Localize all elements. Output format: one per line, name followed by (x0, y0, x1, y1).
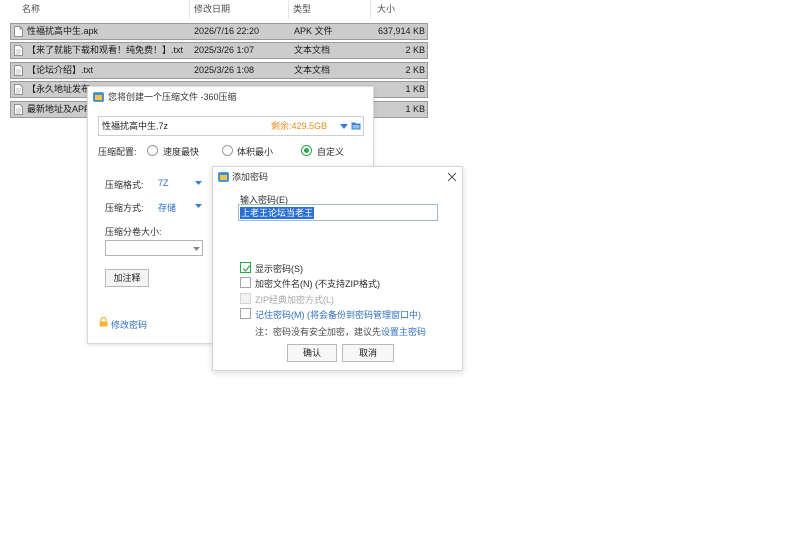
method-dropdown-icon[interactable] (195, 204, 202, 208)
archive-app-icon (218, 172, 229, 182)
column-header-name[interactable]: 名称 (22, 0, 182, 19)
file-name: 【论坛介绍】.txt (27, 65, 94, 75)
radio-smallest[interactable] (222, 145, 233, 156)
column-divider[interactable] (288, 0, 289, 19)
file-date: 2025/3/26 1:07 (194, 45, 255, 55)
zip-classic-encryption-checkbox (240, 293, 251, 304)
security-note: 注：密码没有安全加密，建议先设置主密码 (255, 325, 426, 338)
file-row[interactable]: 【来了就能下载和观看！纯免费！】.txt 2025/3/26 1:07 文本文档… (10, 42, 428, 59)
security-note-text: 注：密码没有安全加密，建议先 (255, 327, 382, 337)
radio-fastest-label[interactable]: 速度最快 (163, 145, 199, 158)
show-password-checkbox[interactable] (240, 262, 251, 273)
method-select[interactable]: 存储 (158, 201, 176, 214)
radio-fastest[interactable] (147, 145, 158, 156)
checkmark-icon (242, 265, 251, 272)
file-size: 2 KB (405, 45, 425, 55)
zip-classic-encryption-label: ZIP经典加密方式(L) (255, 295, 335, 305)
change-password-link[interactable]: 修改密码 (111, 318, 147, 331)
split-size-dropdown-icon[interactable] (193, 247, 200, 251)
remember-password-checkbox[interactable] (240, 308, 251, 319)
close-icon[interactable] (447, 172, 457, 182)
cancel-button[interactable]: 取消 (342, 344, 394, 362)
text-file-icon (14, 84, 23, 95)
split-size-combobox[interactable] (105, 240, 203, 256)
radio-smallest-label[interactable]: 体积最小 (237, 145, 273, 158)
split-size-label: 压缩分卷大小: (105, 227, 162, 237)
config-label: 压缩配置: (98, 147, 137, 157)
file-name: 性福扰高中生.apk (27, 26, 99, 36)
column-divider[interactable] (189, 0, 190, 19)
file-row[interactable]: 性福扰高中生.apk 2026/7/16 22:20 APK 文件 637,91… (10, 23, 428, 40)
method-label: 压缩方式: (105, 203, 144, 213)
file-date: 2026/7/16 22:20 (194, 26, 260, 36)
file-row[interactable]: 【论坛介绍】.txt 2025/3/26 1:08 文本文档 2 KB (10, 62, 428, 79)
encrypt-filenames-label[interactable]: 加密文件名(N) (不支持ZIP格式) (255, 277, 380, 290)
column-header-date[interactable]: 修改日期 (194, 0, 284, 19)
archive-path-field[interactable]: 性福扰高中生.7z 剩余:429.5GB (98, 116, 364, 136)
apk-file-icon (14, 26, 23, 37)
dialog-titlebar[interactable]: 添加密码 (213, 167, 462, 187)
remember-password-label[interactable]: 记住密码(M) (将会备份到密码管理窗口中) (255, 308, 421, 321)
archive-app-icon (93, 92, 104, 102)
archive-filename[interactable]: 性福扰高中生.7z (102, 117, 168, 135)
file-size: 637,914 KB (377, 26, 425, 36)
dialog-titlebar[interactable]: 您将创建一个压缩文件 -360压缩 (88, 87, 373, 108)
add-password-dialog: 添加密码 输入密码(E) 上老王论坛当老王 显示密码(S) 加密文件名(N) (… (212, 166, 463, 371)
file-date: 2025/3/26 1:08 (194, 65, 255, 75)
encrypt-filenames-checkbox[interactable] (240, 277, 251, 288)
file-size: 2 KB (405, 65, 425, 75)
text-file-icon (14, 65, 23, 76)
text-file-icon (14, 104, 23, 115)
add-comment-button[interactable]: 加注释 (105, 269, 149, 287)
dialog-title: 您将创建一个压缩文件 -360压缩 (108, 92, 237, 102)
column-header-size[interactable]: 大小 (377, 0, 427, 19)
format-dropdown-icon[interactable] (195, 181, 202, 185)
format-select[interactable]: 7Z (158, 178, 169, 188)
free-space-text: 剩余:429.5GB (271, 121, 328, 131)
folder-browse-icon[interactable] (351, 121, 361, 130)
lock-icon (99, 317, 108, 327)
password-input[interactable]: 上老王论坛当老王 (238, 204, 438, 221)
ok-button[interactable]: 确认 (287, 344, 337, 362)
show-password-label[interactable]: 显示密码(S) (255, 262, 303, 275)
text-file-icon (14, 45, 23, 56)
radio-custom-label[interactable]: 自定义 (317, 145, 344, 158)
radio-custom[interactable] (301, 145, 312, 156)
file-name: 【来了就能下载和观看！纯免费！】.txt (27, 45, 184, 55)
set-master-password-link[interactable]: 设置主密码 (381, 327, 426, 337)
password-text-selected[interactable]: 上老王论坛当老王 (240, 207, 315, 219)
dialog-title: 添加密码 (232, 172, 269, 182)
format-label: 压缩格式: (105, 180, 144, 190)
column-divider[interactable] (370, 0, 371, 19)
dropdown-arrow-icon[interactable] (340, 124, 348, 129)
column-header-type[interactable]: 类型 (293, 0, 363, 19)
